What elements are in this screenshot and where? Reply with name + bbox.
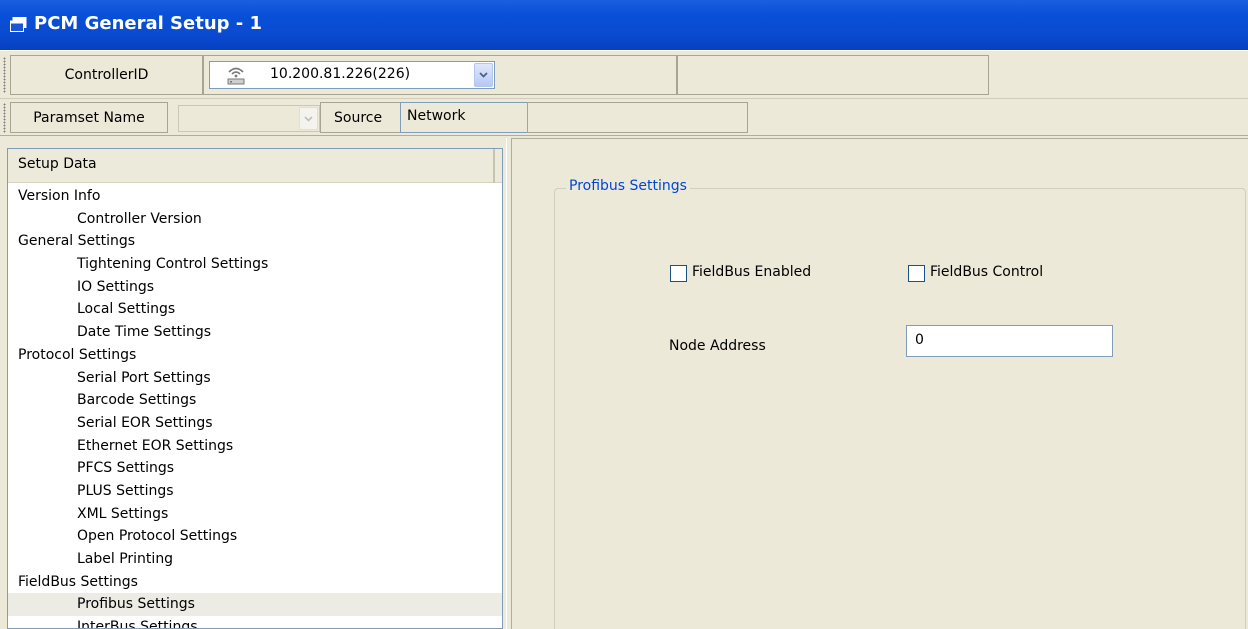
tree-column-header[interactable]: Setup Data (8, 149, 495, 183)
controller-dropdown-button[interactable] (474, 63, 493, 87)
toolbar-grip[interactable] (3, 103, 6, 133)
tree-item-label: Serial Port Settings (77, 369, 211, 386)
source-field: Network (400, 102, 528, 133)
settings-panel: Profibus Settings FieldBus Enabled Field… (512, 138, 1248, 629)
tree-item[interactable]: Serial EOR Settings (8, 412, 502, 435)
chevron-down-icon (479, 72, 488, 78)
tree-item[interactable]: Open Protocol Settings (8, 525, 502, 548)
tree-item-label: Date Time Settings (77, 324, 212, 341)
tree-item[interactable]: Date Time Settings (8, 321, 502, 344)
window-titlebar[interactable]: PCM General Setup - 1 (0, 0, 1248, 50)
paramset-label-cell: Paramset Name (10, 102, 168, 133)
tree-item[interactable]: General Settings (8, 230, 502, 253)
controller-id-value: 10.200.81.226(226) (270, 66, 411, 82)
controller-id-dropdown[interactable]: 10.200.81.226(226) (209, 61, 495, 89)
paramset-toolbar: Paramset Name Source Network (0, 98, 1248, 136)
tree-item-label: PFCS Settings (77, 460, 175, 477)
tree-item-label: Controller Version (77, 210, 202, 227)
source-value: Network (407, 108, 466, 124)
tree-item-label: Serial EOR Settings (77, 414, 213, 431)
tree-item[interactable]: Tightening Control Settings (8, 253, 502, 276)
toolbar-grip[interactable] (3, 57, 6, 93)
tree-item[interactable]: Label Printing (8, 548, 502, 571)
tree-item[interactable]: Barcode Settings (8, 389, 502, 412)
paramset-name-label: Paramset Name (33, 109, 145, 126)
controller-id-label: ControllerID (64, 67, 149, 83)
tree-item-label: XML Settings (77, 505, 169, 522)
toolbar-empty-cell (527, 102, 748, 133)
tree-header: Setup Data (8, 149, 502, 183)
fieldbus-enabled-checkbox[interactable] (670, 265, 687, 282)
wireless-controller-icon (227, 67, 245, 85)
tree-header-label: Setup Data (18, 156, 97, 172)
controller-id-label-cell: ControllerID (10, 55, 203, 95)
tree-item[interactable]: Local Settings (8, 298, 502, 321)
tree-item-label: FieldBus Settings (18, 573, 138, 590)
chevron-down-icon (304, 115, 313, 122)
setup-data-tree-panel: Setup Data Version Info Controller Versio… (7, 148, 503, 629)
tree-item[interactable]: PLUS Settings (8, 480, 502, 503)
setup-data-tree: Version Info Controller Version General Se… (8, 185, 502, 629)
tree-item[interactable]: Protocol Settings (8, 344, 502, 367)
tree-item[interactable]: XML Settings (8, 503, 502, 526)
tree-item-label: PLUS Settings (77, 482, 174, 499)
paramset-dropdown-button[interactable] (299, 107, 318, 130)
profibus-group-title: Profibus Settings (566, 178, 690, 194)
tree-item[interactable]: Ethernet EOR Settings (8, 435, 502, 458)
tree-item-label: Profibus Settings (77, 596, 195, 613)
tree-item-label: Barcode Settings (77, 392, 197, 409)
tree-item-label: InterBus Settings (77, 619, 198, 629)
fieldbus-control-checkbox[interactable] (908, 265, 925, 282)
tree-item[interactable]: PFCS Settings (8, 457, 502, 480)
controller-combo-cell: 10.200.81.226(226) (203, 55, 677, 95)
tree-item-label: Local Settings (77, 301, 176, 318)
paramset-name-dropdown[interactable] (178, 105, 320, 132)
tree-item-label: Tightening Control Settings (77, 256, 269, 273)
tree-item-label: Label Printing (77, 551, 174, 567)
tree-item[interactable]: InterBus Settings (8, 616, 502, 629)
tree-item-label: Protocol Settings (18, 346, 137, 363)
toolbar-empty-cell (677, 55, 989, 95)
node-address-input[interactable]: 0 (906, 325, 1113, 357)
node-address-label: Node Address (669, 338, 766, 354)
profibus-groupbox (554, 188, 1246, 629)
tree-item-label: IO Settings (77, 278, 155, 295)
tree-item[interactable]: Version Info (8, 185, 502, 208)
tree-item[interactable]: Profibus Settings (8, 593, 502, 617)
tree-item[interactable]: FieldBus Settings (8, 571, 502, 594)
tree-item-label: Version Info (18, 188, 101, 204)
tree-item-label: General Settings (18, 233, 136, 250)
fieldbus-enabled-label[interactable]: FieldBus Enabled (692, 264, 811, 280)
window-icon (10, 17, 27, 32)
window-title: PCM General Setup - 1 (34, 13, 263, 34)
controller-toolbar: ControllerID 10.200.81.226(226) (0, 50, 1248, 98)
tree-item[interactable]: IO Settings (8, 276, 502, 299)
tree-item-label: Open Protocol Settings (77, 528, 238, 545)
tree-item[interactable]: Controller Version (8, 208, 502, 231)
fieldbus-control-label[interactable]: FieldBus Control (930, 264, 1043, 280)
tree-item[interactable]: Serial Port Settings (8, 367, 502, 390)
tree-item-label: Ethernet EOR Settings (77, 437, 234, 454)
node-address-value: 0 (915, 332, 924, 348)
source-label: Source (334, 109, 383, 126)
source-cell: Source Network (320, 102, 528, 133)
